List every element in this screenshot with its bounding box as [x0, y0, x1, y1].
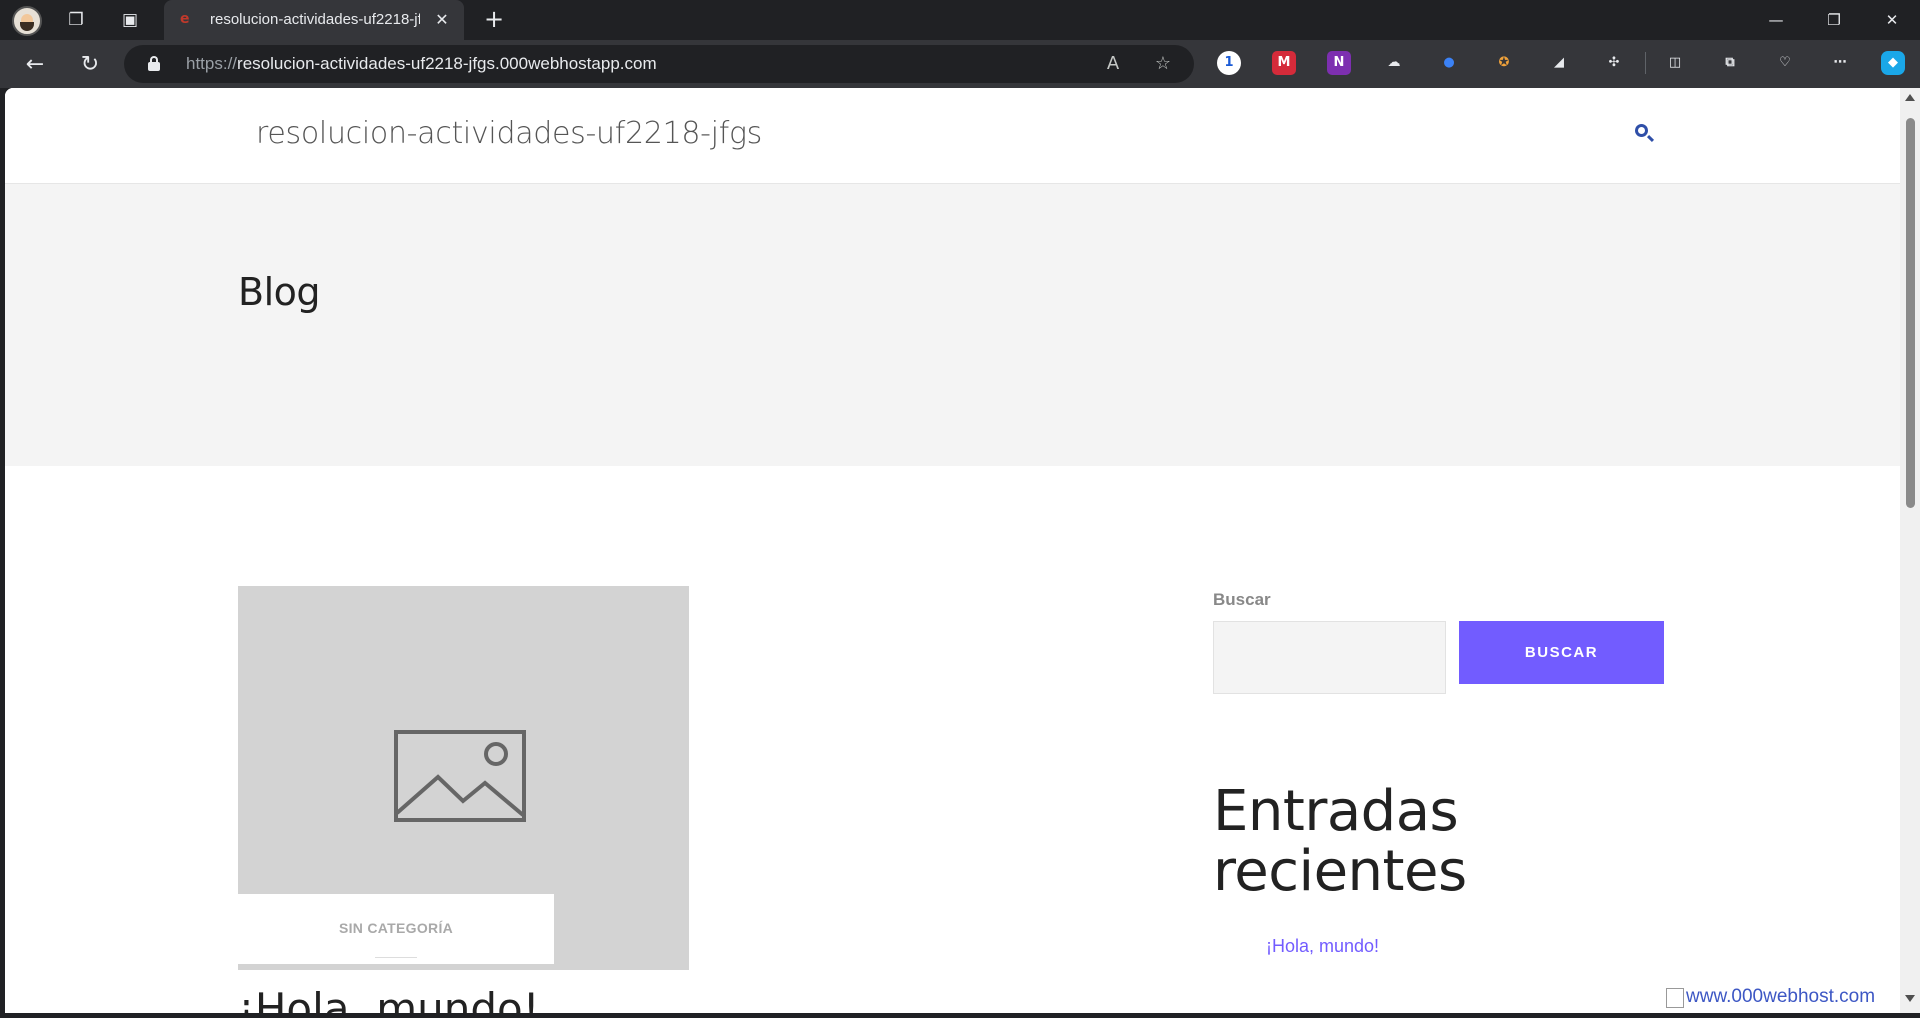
- header-search-icon[interactable]: [1633, 122, 1657, 146]
- search-button[interactable]: BUSCAR: [1459, 621, 1664, 684]
- location-extension-icon[interactable]: ●: [1437, 51, 1461, 75]
- webhost-badge-alt: www.000webhost.com: [1686, 986, 1876, 1007]
- post-category-box: SIN CATEGORÍA: [238, 894, 554, 964]
- recent-posts-heading: Entradas recientes: [1213, 779, 1467, 904]
- extensions-puzzle-icon[interactable]: ✣: [1602, 51, 1626, 75]
- scroll-down-arrow-icon[interactable]: [1905, 995, 1915, 1002]
- site-header: resolucion-actividades-uf2218-jfgs: [5, 88, 1900, 184]
- search-label: Buscar: [1213, 590, 1271, 609]
- tab-title: resolucion-actividades-uf2218-jfgs: [210, 11, 420, 28]
- site-favicon-icon: e: [180, 11, 190, 27]
- tab-close-icon[interactable]: ✕: [430, 8, 454, 32]
- lock-icon[interactable]: [148, 56, 160, 71]
- medal-extension-icon[interactable]: ✪: [1492, 51, 1516, 75]
- collections-icon[interactable]: ⧉: [1718, 51, 1742, 75]
- back-arrow-icon[interactable]: ←: [18, 48, 52, 82]
- page-hero: Blog: [5, 184, 1900, 466]
- category-divider: [375, 957, 417, 958]
- url-text[interactable]: https://resolucion-actividades-uf2218-jf…: [186, 54, 657, 74]
- page-scrollbar[interactable]: [1900, 88, 1920, 1013]
- mendeley-extension-icon[interactable]: M: [1272, 51, 1296, 75]
- recent-post-link[interactable]: ¡Hola, mundo!: [1266, 936, 1379, 957]
- site-title-link[interactable]: resolucion-actividades-uf2218-jfgs: [256, 116, 762, 151]
- post-title-link[interactable]: ¡Hola, mundo!: [238, 984, 540, 1013]
- post-category-link[interactable]: SIN CATEGORÍA: [238, 920, 554, 936]
- search-input[interactable]: [1213, 621, 1446, 694]
- page-title: Blog: [238, 270, 321, 314]
- read-aloud-icon[interactable]: A: [1100, 51, 1126, 77]
- minimize-button[interactable]: —: [1748, 0, 1804, 40]
- browser-essentials-icon[interactable]: ♡: [1773, 51, 1797, 75]
- profile-avatar[interactable]: [12, 6, 42, 36]
- vertical-tabs-icon[interactable]: ▣: [114, 4, 146, 36]
- url-scheme: https://: [186, 54, 238, 73]
- page-viewport: resolucion-actividades-uf2218-jfgs Blog …: [5, 88, 1920, 1013]
- scroll-up-arrow-icon[interactable]: [1905, 94, 1915, 101]
- active-tab[interactable]: e resolucion-actividades-uf2218-jfgs ✕: [164, 0, 464, 40]
- browser-titlebar: ❐ ▣ e resolucion-actividades-uf2218-jfgs…: [0, 0, 1920, 40]
- image-placeholder-icon: [394, 730, 526, 822]
- toolbar-separator: [1645, 52, 1646, 74]
- lock-body: [148, 62, 160, 71]
- webhost-badge[interactable]: www.000webhost.com: [1666, 986, 1886, 1013]
- avatar-beard: [20, 22, 34, 31]
- restore-button[interactable]: ❐: [1806, 0, 1862, 40]
- more-options-icon[interactable]: ⋯: [1828, 51, 1852, 75]
- new-tab-button[interactable]: +: [478, 4, 510, 36]
- media-extension-icon[interactable]: ◢: [1547, 51, 1571, 75]
- close-window-button[interactable]: ✕: [1864, 0, 1920, 40]
- copilot-icon[interactable]: ◆: [1881, 51, 1905, 75]
- split-screen-icon[interactable]: ◫: [1663, 51, 1687, 75]
- password-manager-extension-icon[interactable]: 1: [1217, 51, 1241, 75]
- cloud-extension-icon[interactable]: ☁: [1382, 51, 1406, 75]
- search-icon-ring: [1635, 124, 1648, 137]
- scrollbar-thumb[interactable]: [1906, 118, 1915, 508]
- search-icon-handle: [1646, 134, 1655, 143]
- browser-toolbar: ← ↻ https://resolucion-actividades-uf221…: [0, 40, 1920, 88]
- onenote-extension-icon[interactable]: N: [1327, 51, 1351, 75]
- url-host: resolucion-actividades-uf2218-jfgs.000we…: [237, 54, 657, 73]
- broken-image-icon: [1666, 988, 1684, 1008]
- workspaces-icon[interactable]: ❐: [60, 4, 92, 36]
- address-bar[interactable]: https://resolucion-actividades-uf2218-jf…: [124, 45, 1194, 83]
- reload-icon[interactable]: ↻: [73, 48, 107, 82]
- favorite-star-icon[interactable]: ☆: [1150, 51, 1176, 77]
